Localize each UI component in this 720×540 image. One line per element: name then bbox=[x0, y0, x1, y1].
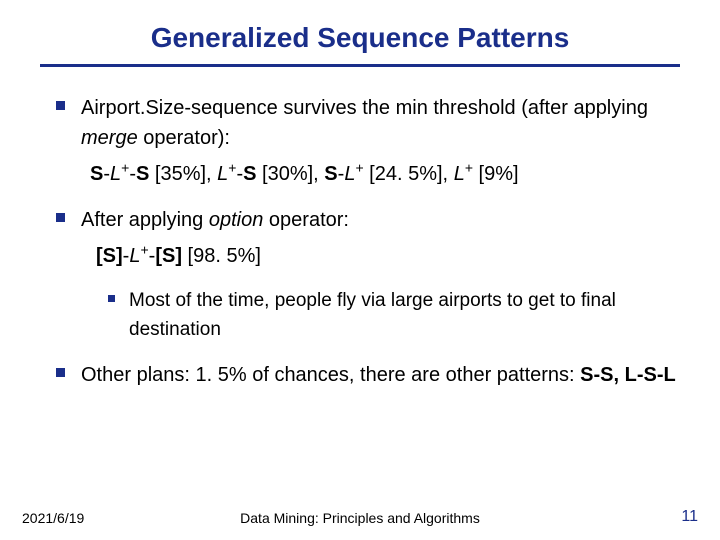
footer-date: 2021/6/19 bbox=[22, 510, 84, 526]
bullet-3-text: Other plans: 1. 5% of chances, there are… bbox=[81, 360, 676, 390]
bullet-square-icon bbox=[56, 101, 65, 110]
pattern-line-2: [S]-L+-[S] [98. 5%] bbox=[96, 241, 680, 271]
bullet-2: After applying option operator: bbox=[56, 205, 680, 235]
pattern-line-1: S-L+-S [35%], L+-S [30%], S-L+ [24. 5%],… bbox=[90, 159, 680, 189]
bullet-square-icon bbox=[56, 213, 65, 222]
bullet-square-icon bbox=[108, 295, 115, 302]
bullet-2a-text: Most of the time, people fly via large a… bbox=[129, 287, 680, 344]
bullet-3: Other plans: 1. 5% of chances, there are… bbox=[56, 360, 680, 390]
slide-footer: 2021/6/19 Data Mining: Principles and Al… bbox=[0, 508, 720, 526]
bullet-square-icon bbox=[56, 368, 65, 377]
title-underline bbox=[40, 64, 680, 67]
bullet-2-text: After applying option operator: bbox=[81, 205, 349, 235]
slide-title: Generalized Sequence Patterns bbox=[40, 22, 680, 54]
footer-center: Data Mining: Principles and Algorithms bbox=[240, 510, 480, 526]
footer-page-number: 11 bbox=[681, 508, 698, 526]
bullet-1-text: Airport.Size-sequence survives the min t… bbox=[81, 93, 680, 153]
bullet-1: Airport.Size-sequence survives the min t… bbox=[56, 93, 680, 153]
bullet-2a: Most of the time, people fly via large a… bbox=[108, 287, 680, 344]
